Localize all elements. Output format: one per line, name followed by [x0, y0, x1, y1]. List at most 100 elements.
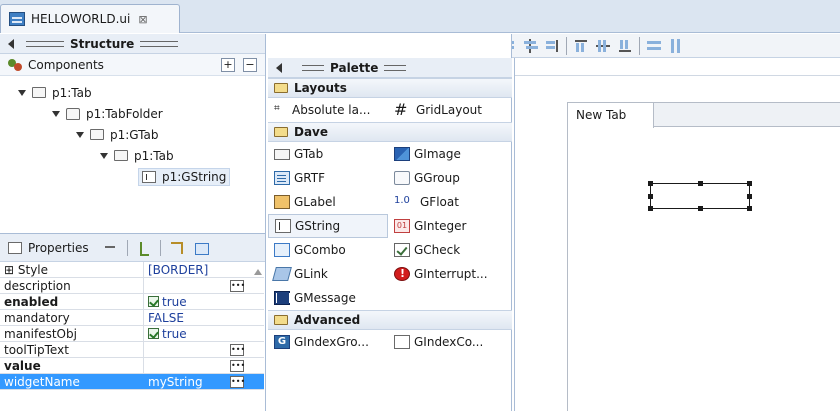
ellipsis-button[interactable]: ••• — [230, 375, 245, 388]
title-rule-right — [384, 64, 407, 71]
message-icon — [274, 291, 290, 305]
checked-checkbox-icon[interactable] — [148, 296, 159, 307]
drawer-dave[interactable]: Dave — [268, 122, 512, 142]
drawer-layouts[interactable]: Layouts — [268, 78, 512, 98]
tree-node[interactable]: p1:GTab — [0, 124, 265, 145]
resize-handle[interactable] — [648, 194, 653, 199]
prop-row-enabled[interactable]: enabled true — [0, 294, 264, 310]
palette-item-glabel[interactable]: GLabel — [268, 190, 388, 214]
properties-menu-icon[interactable] — [193, 240, 209, 256]
prop-row-tooltiptext[interactable]: toolTipText ••• — [0, 342, 264, 358]
expand-triangle-icon[interactable] — [52, 110, 60, 117]
preview-tabfolder[interactable]: New Tab — [567, 102, 840, 411]
collapse-left-icon[interactable] — [8, 38, 14, 49]
events-icon[interactable] — [136, 240, 152, 256]
ellipsis-button[interactable]: ••• — [230, 279, 245, 292]
palette-item-ginterrupt[interactable]: GInterrupt... — [388, 262, 508, 286]
prop-value[interactable]: myString ••• — [144, 374, 248, 389]
checked-checkbox-icon[interactable] — [148, 328, 159, 339]
scroll-up-icon[interactable] — [253, 266, 263, 278]
prop-value[interactable]: true — [144, 326, 248, 341]
ellipsis-button[interactable]: ••• — [230, 343, 245, 356]
resize-handle[interactable] — [698, 181, 703, 186]
prop-value[interactable]: [BORDER] — [144, 262, 248, 277]
expand-triangle-icon[interactable] — [18, 89, 26, 96]
checkbox-icon — [394, 243, 410, 257]
resize-handle[interactable] — [648, 181, 653, 186]
folder-icon — [274, 83, 288, 93]
gstring-widget-selected[interactable] — [648, 181, 752, 211]
palette-item-gtab[interactable]: GTab — [268, 142, 388, 166]
ellipsis-button[interactable]: ••• — [230, 359, 245, 372]
prop-row-style[interactable]: ⊞ Style [BORDER] — [0, 262, 264, 278]
resize-handle[interactable] — [747, 194, 752, 199]
preview-tab-new[interactable]: New Tab — [568, 103, 654, 128]
tabfolder-icon — [66, 107, 80, 120]
resize-handle[interactable] — [648, 206, 653, 211]
palette-item-gcheck[interactable]: GCheck — [388, 238, 508, 262]
close-tab-icon[interactable]: ⊠ — [138, 13, 147, 26]
prop-row-mandatory[interactable]: mandatory FALSE — [0, 310, 264, 326]
expand-triangle-icon[interactable] — [100, 152, 108, 159]
palette-title: Palette — [330, 60, 379, 75]
tree-node[interactable]: p1:TabFolder — [0, 103, 265, 124]
drawer-advanced[interactable]: Advanced — [268, 310, 512, 330]
palette-item-gindexcombo[interactable]: GIndexCo... — [388, 330, 508, 354]
palette-item-ginteger[interactable]: 01 GInteger — [388, 214, 508, 238]
tree-node-label: p1:TabFolder — [86, 106, 163, 121]
palette-item-glink[interactable]: GLink — [268, 262, 388, 286]
align-bottom-icon[interactable] — [617, 38, 633, 54]
prop-value[interactable]: ••• — [144, 278, 248, 293]
palette-item-gridlayout[interactable]: # GridLayout — [388, 98, 508, 122]
goto-definition-icon[interactable] — [169, 240, 185, 256]
folder-icon — [274, 127, 288, 137]
title-rule-left — [302, 64, 324, 71]
palette-item-absolute-layout[interactable]: ⌗ Absolute la... — [268, 98, 388, 122]
ui-file-icon — [9, 12, 25, 26]
resize-handle[interactable] — [698, 206, 703, 211]
palette-item-gimage[interactable]: GImage — [388, 142, 508, 166]
palette-item-gfloat[interactable]: 1.0 GFloat — [388, 190, 508, 214]
prop-value[interactable]: ••• — [144, 358, 248, 373]
prop-row-description[interactable]: description ••• — [0, 278, 264, 294]
align-center-icon[interactable] — [522, 38, 538, 54]
expand-triangle-icon[interactable] — [76, 131, 84, 138]
palette-item-gindexgroup[interactable]: G GIndexGro... — [268, 330, 388, 354]
palette-title-bar[interactable]: Palette — [268, 58, 512, 78]
prop-value[interactable]: true — [144, 294, 248, 309]
prop-value[interactable]: FALSE — [144, 310, 248, 325]
align-right-icon[interactable] — [544, 38, 560, 54]
expand-all-button[interactable]: + — [221, 57, 235, 72]
collapse-left-icon[interactable] — [276, 62, 282, 73]
space-vertical-icon[interactable] — [668, 38, 684, 54]
prop-name: manifestObj — [0, 326, 144, 341]
space-horizontal-icon[interactable] — [646, 38, 662, 54]
resize-handle[interactable] — [747, 206, 752, 211]
palette-item-grtf[interactable]: GRTF — [268, 166, 388, 190]
resize-handle[interactable] — [747, 181, 752, 186]
tree-node-selected[interactable]: p1:GString — [0, 166, 265, 187]
palette-item-gmessage[interactable]: GMessage — [268, 286, 388, 310]
group-icon — [394, 171, 410, 185]
prop-value[interactable]: ••• — [144, 342, 248, 357]
structure-title-bar[interactable]: Structure — [0, 34, 265, 54]
structure-panel: Structure Components + − p1:Tab p1:TabFo… — [0, 34, 266, 233]
palette-panel: Palette Layouts ⌗ Absolute la... # GridLay… — [268, 34, 512, 411]
palette-item-gstring[interactable]: GString — [268, 214, 388, 238]
align-middle-icon[interactable] — [595, 38, 611, 54]
align-top-icon[interactable] — [573, 38, 589, 54]
prop-row-manifestobj[interactable]: manifestObj true — [0, 326, 264, 342]
collapse-all-button[interactable]: − — [243, 57, 257, 72]
prop-row-widgetname[interactable]: widgetName myString ••• — [0, 374, 264, 390]
tree-node[interactable]: p1:Tab — [0, 82, 265, 103]
tree-node-label: p1:Tab — [134, 148, 174, 163]
tree-node[interactable]: p1:Tab — [0, 145, 265, 166]
palette-item-gcombo[interactable]: GCombo — [268, 238, 388, 262]
design-canvas[interactable]: New Tab — [514, 58, 840, 411]
editor-tab-helloworld[interactable]: HELLOWORLD.ui ⊠ — [0, 4, 180, 33]
palette-item-label: GGroup — [414, 171, 460, 185]
palette-item-label: GInterrupt... — [414, 267, 488, 281]
palette-item-ggroup[interactable]: GGroup — [388, 166, 508, 190]
show-advanced-icon[interactable] — [103, 240, 119, 256]
prop-row-value[interactable]: value ••• — [0, 358, 264, 374]
